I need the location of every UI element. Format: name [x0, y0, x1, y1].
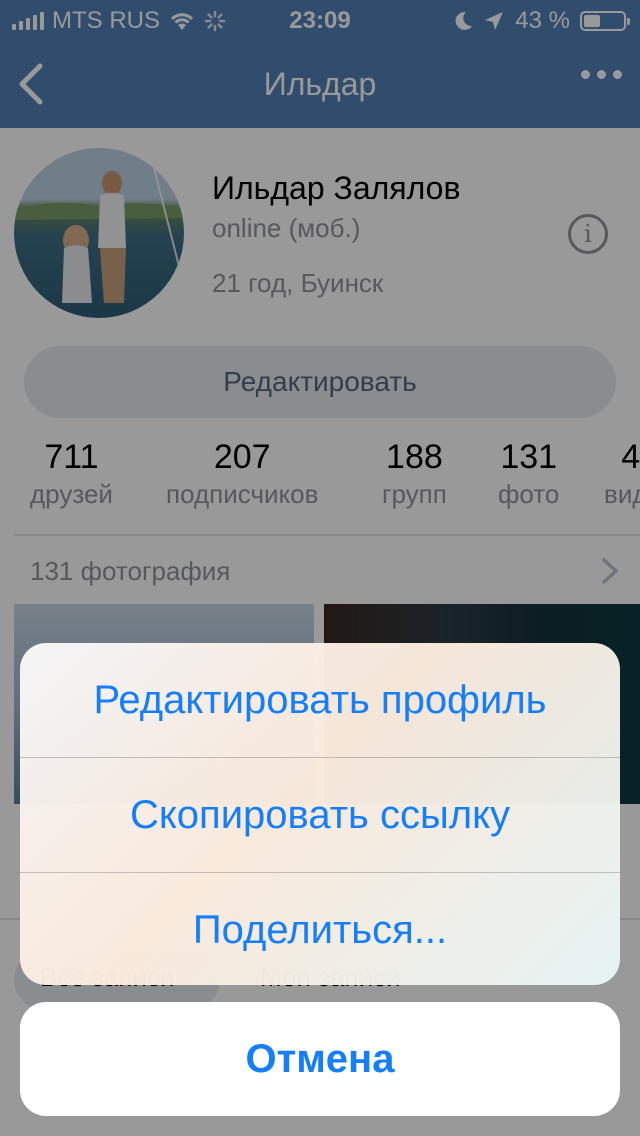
cancel-button[interactable]: Отмена — [20, 1002, 620, 1116]
edit-profile-action[interactable]: Редактировать профиль — [20, 643, 620, 757]
share-action[interactable]: Поделиться... — [20, 873, 620, 985]
copy-link-action[interactable]: Скопировать ссылку — [20, 758, 620, 872]
action-sheet: Редактировать профиль Скопировать ссылку… — [20, 643, 620, 985]
profile-screen: MTS RUS 23:09 43 % Ильдар Ильдар Залялов… — [0, 0, 640, 1136]
